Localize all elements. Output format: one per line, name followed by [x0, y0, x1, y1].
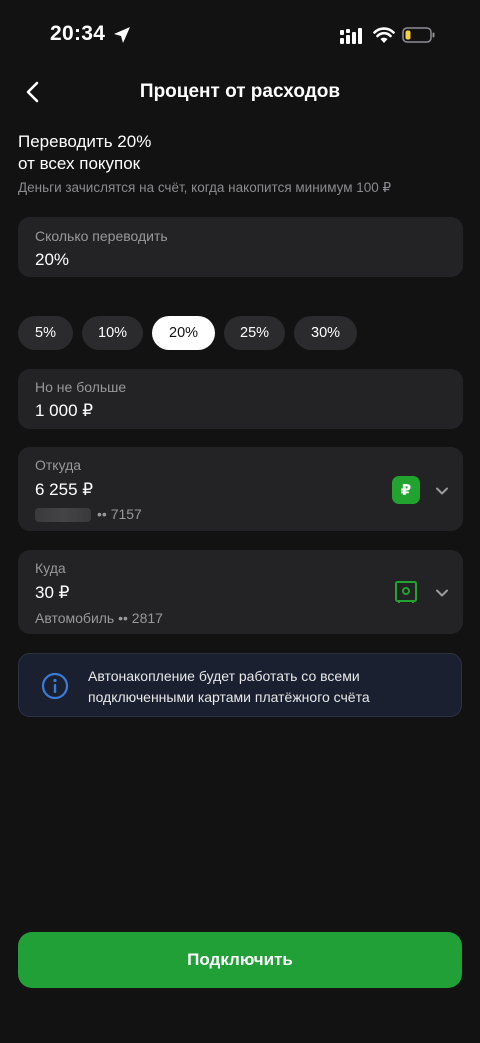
amount-field-value[interactable]: 20% — [35, 250, 69, 270]
info-circle-icon — [41, 672, 69, 700]
hidden-account-name — [35, 508, 91, 523]
intro-line-1: Переводить 20% — [18, 132, 152, 151]
from-balance: 6 255 ₽ — [35, 480, 94, 499]
to-account-name: Автомобиль •• 2817 — [35, 610, 163, 626]
chip-25-percent[interactable]: 25% — [224, 316, 286, 350]
location-arrow-icon — [114, 27, 130, 43]
info-banner: Автонакопление будет работать со всеми п… — [18, 653, 462, 717]
ruble-account-icon: ₽ — [392, 476, 420, 504]
chip-5-percent[interactable]: 5% — [18, 316, 73, 350]
status-time: 20:34 — [50, 22, 106, 45]
chip-10-percent[interactable]: 10% — [82, 316, 144, 350]
battery-low-icon — [402, 27, 435, 43]
chip-20-percent[interactable]: 20% — [152, 316, 216, 350]
percent-chips: 5% 10% 20% 25% 30% — [18, 316, 358, 350]
safe-icon — [395, 581, 417, 603]
signal-icon — [340, 28, 362, 44]
intro-line-2: от всех покупок — [18, 154, 141, 173]
intro-block: Переводить 20% от всех покупок Деньги за… — [18, 131, 462, 196]
to-label: Куда — [35, 560, 66, 576]
intro-note: Деньги зачислятся на счёт, когда накопит… — [18, 180, 392, 195]
limit-field[interactable]: Но не больше 1 000 ₽ — [18, 369, 463, 429]
info-text: Автонакопление будет работать со всеми п… — [88, 668, 370, 705]
to-balance: 30 ₽ — [35, 583, 70, 602]
chip-30-percent[interactable]: 30% — [294, 316, 358, 350]
from-label: Откуда — [35, 457, 82, 473]
to-account-selector[interactable]: Куда 30 ₽ Автомобиль •• 2817 — [18, 550, 463, 634]
status-bar: 20:34 — [0, 0, 480, 70]
chevron-down-icon[interactable] — [435, 484, 449, 498]
amount-field-label: Сколько переводить — [35, 228, 168, 244]
from-account-number: •• 7157 — [35, 506, 142, 523]
from-account-mask: •• 7157 — [97, 506, 142, 522]
page-title: Процент от расходов — [139, 81, 341, 102]
amount-field[interactable]: Сколько переводить 20% — [18, 217, 463, 277]
wifi-icon — [373, 27, 395, 43]
limit-field-value[interactable]: 1 000 ₽ — [35, 401, 93, 421]
limit-field-label: Но не больше — [35, 379, 127, 395]
connect-button[interactable]: Подключить — [18, 932, 462, 988]
chevron-down-icon[interactable] — [435, 586, 449, 600]
from-account-selector[interactable]: Откуда 6 255 ₽ •• 7157 ₽ — [18, 447, 463, 531]
